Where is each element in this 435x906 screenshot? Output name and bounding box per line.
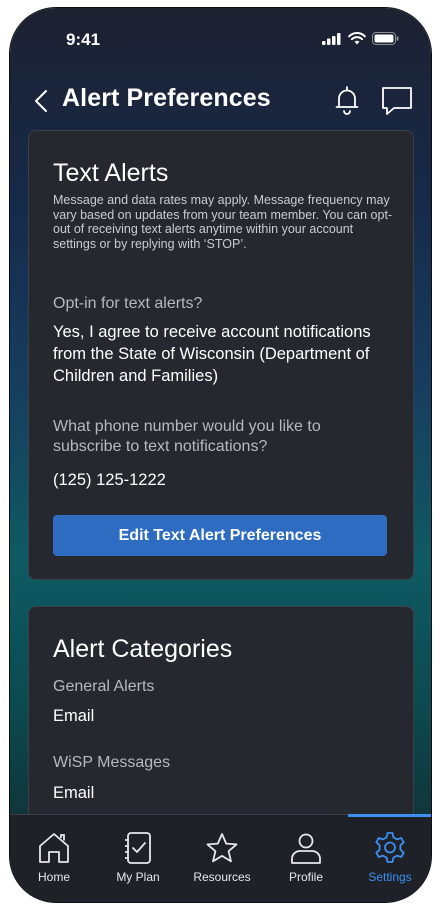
- tab-home-label: Home: [37, 870, 70, 884]
- signal-icon: [322, 32, 341, 45]
- back-button[interactable]: [30, 84, 54, 118]
- tab-home[interactable]: Home: [12, 815, 96, 902]
- bell-icon: [335, 86, 359, 115]
- bottom-tab-bar: Home My Plan Resources Profile Settings: [10, 814, 431, 902]
- tab-resources-label: Resources: [193, 870, 251, 884]
- tab-profile-label: Profile: [288, 870, 323, 884]
- tab-resources[interactable]: Resources: [180, 815, 264, 902]
- notifications-button[interactable]: [327, 80, 367, 120]
- opt-in-value: Yes, I agree to receive account notifica…: [53, 323, 371, 385]
- app-header: Alert Preferences: [10, 76, 431, 126]
- page-title: Alert Preferences: [62, 84, 271, 112]
- wisp-messages-value: Email: [53, 784, 95, 802]
- battery-icon: [372, 32, 399, 45]
- person-icon: [291, 833, 321, 864]
- status-time: 9:41: [66, 30, 101, 49]
- checklist-icon: [125, 832, 151, 864]
- wisp-messages-label: WiSP Messages: [53, 754, 171, 771]
- status-bar: 9:41: [10, 8, 431, 68]
- tab-profile[interactable]: Profile: [264, 815, 348, 902]
- home-icon: [39, 833, 69, 863]
- status-icons: [322, 32, 399, 45]
- alert-categories-heading: Alert Categories: [53, 635, 233, 663]
- chevron-left-icon: [35, 90, 47, 112]
- edit-text-alert-preferences-button[interactable]: Edit Text Alert Preferences: [53, 515, 387, 556]
- messages-button[interactable]: [377, 80, 417, 120]
- general-alerts-value: Email: [53, 707, 95, 725]
- text-alerts-disclaimer: Message and data rates may apply. Messag…: [53, 193, 393, 251]
- wifi-icon: [348, 32, 366, 45]
- text-alerts-heading: Text Alerts: [53, 159, 169, 187]
- general-alerts-label: General Alerts: [53, 678, 155, 695]
- tab-my-plan-label: My Plan: [116, 870, 160, 884]
- phone-number-label: What phone number would you like to subs…: [53, 418, 321, 455]
- text-alerts-card: Text Alerts Message and data rates may a…: [28, 130, 414, 580]
- opt-in-label: Opt-in for text alerts?: [53, 295, 203, 312]
- tab-settings-label: Settings: [368, 870, 412, 884]
- star-icon: [206, 833, 238, 863]
- tab-my-plan[interactable]: My Plan: [96, 815, 180, 902]
- chat-icon: [382, 87, 412, 115]
- phone-screen: 9:41 Alert Preferences Text Alerts Messa…: [10, 8, 431, 902]
- tab-settings[interactable]: Settings: [348, 814, 431, 902]
- phone-number-value: (125) 125-1222: [53, 471, 166, 489]
- gear-icon: [375, 832, 405, 863]
